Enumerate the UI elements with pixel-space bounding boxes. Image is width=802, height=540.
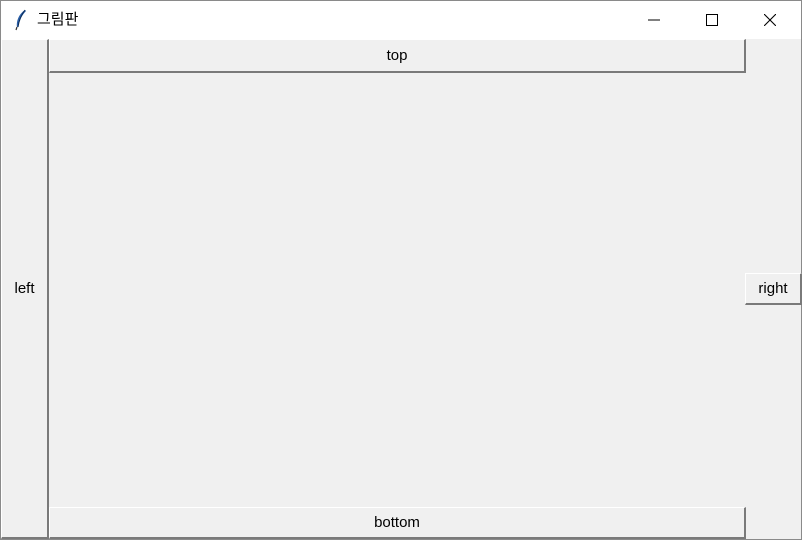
- window-title: 그림판: [37, 11, 79, 28]
- center-area: [49, 73, 745, 507]
- minimize-icon: [648, 19, 660, 21]
- close-icon: [764, 14, 776, 26]
- app-window: 그림판 left top bottom right: [0, 0, 802, 540]
- right-button[interactable]: right: [745, 273, 802, 305]
- top-button[interactable]: top: [49, 39, 746, 73]
- maximize-button[interactable]: [689, 1, 735, 39]
- title-bar[interactable]: 그림판: [1, 1, 801, 39]
- left-button[interactable]: left: [1, 39, 49, 539]
- maximize-icon: [706, 14, 718, 26]
- bottom-button[interactable]: bottom: [49, 507, 746, 539]
- minimize-button[interactable]: [631, 1, 677, 39]
- feather-icon: [13, 9, 29, 31]
- close-button[interactable]: [747, 1, 793, 39]
- client-area: left top bottom right: [1, 39, 802, 539]
